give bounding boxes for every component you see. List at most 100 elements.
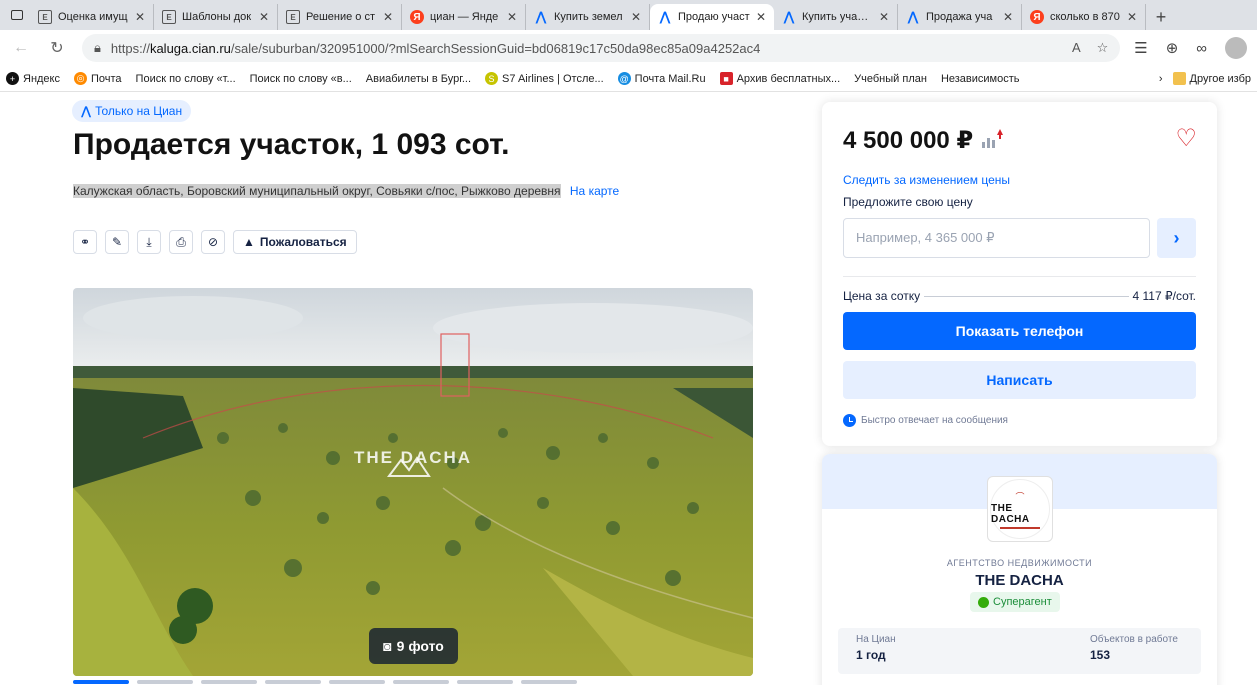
map-link[interactable]: На карте bbox=[570, 184, 619, 198]
hide-icon[interactable]: ⊘ bbox=[201, 230, 225, 254]
browser-tab[interactable]: ⋀ Купить земел ✕ bbox=[526, 4, 650, 30]
bookmark-item[interactable]: ◎ Почта bbox=[74, 72, 122, 85]
window-menu-icon[interactable] bbox=[4, 2, 30, 28]
other-bookmarks-folder[interactable]: Другое избр bbox=[1172, 72, 1251, 85]
browser-tab[interactable]: Ясколько в 870 ✕ bbox=[1022, 4, 1146, 30]
bookmark-item[interactable]: @ Почта Mail.Ru bbox=[617, 72, 706, 85]
listing-actions-toolbar: ⚭ ✎ ⤓ ⎙ ⊘ ▲ Пожаловаться bbox=[73, 230, 357, 254]
doc-icon: E bbox=[38, 10, 52, 24]
close-icon[interactable]: ✕ bbox=[756, 10, 766, 24]
share-icon[interactable]: ⚭ bbox=[73, 230, 97, 254]
url-path: /sale/suburban/320951000/?mlSearchSessio… bbox=[230, 40, 761, 56]
agency-name[interactable]: THE DACHA bbox=[822, 572, 1217, 589]
new-tab-button[interactable]: + bbox=[1146, 4, 1176, 30]
tab-label: Купить земел bbox=[554, 11, 623, 23]
bookmark-item[interactable]: Авиабилеты в Бург... bbox=[366, 73, 471, 85]
bookmark-item[interactable]: S S7 Airlines | Отсле... bbox=[485, 72, 604, 85]
edit-note-icon[interactable]: ✎ bbox=[105, 230, 129, 254]
photo-gallery-button[interactable]: ◙ 9 фото bbox=[369, 628, 458, 664]
bookmark-item[interactable]: ■ Архив бесплатных... bbox=[719, 72, 840, 85]
download-icon[interactable]: ⤓ bbox=[137, 230, 161, 254]
bookmark-item[interactable]: Поиск по слову «в... bbox=[250, 73, 352, 85]
read-aloud-icon[interactable]: A bbox=[1072, 40, 1081, 56]
profile-avatar[interactable] bbox=[1225, 37, 1247, 59]
thumbnail[interactable] bbox=[393, 680, 449, 684]
agency-logo-text: THE DACHA bbox=[991, 502, 1030, 525]
close-icon[interactable]: ✕ bbox=[1003, 10, 1013, 24]
clock-icon bbox=[843, 414, 856, 427]
collections-icon[interactable]: ⊕ bbox=[1166, 39, 1179, 57]
cian-icon: ⋀ bbox=[907, 9, 919, 24]
bird-icon: ⌒ bbox=[1015, 491, 1025, 502]
favorite-star-icon[interactable]: ☆ bbox=[1097, 40, 1109, 56]
bookmark-favicon-icon: @ bbox=[617, 72, 631, 85]
extensions-icon[interactable]: ∞ bbox=[1196, 40, 1207, 57]
bookmark-label: Учебный план bbox=[854, 72, 927, 85]
stat-on-cian: На Циан 1 год bbox=[856, 634, 896, 662]
tab-label: Оценка имущ bbox=[58, 11, 128, 23]
close-icon[interactable]: ✕ bbox=[383, 10, 393, 24]
offer-price-input[interactable]: Например, 4 365 000 ₽ bbox=[843, 218, 1150, 258]
bookmark-label: S7 Airlines | Отсле... bbox=[502, 72, 604, 85]
browser-tab[interactable]: ⋀ Продаю участ ✕ bbox=[650, 4, 774, 30]
print-icon[interactable]: ⎙ bbox=[169, 230, 193, 254]
complain-button[interactable]: ▲ Пожаловаться bbox=[233, 230, 357, 254]
browser-tab[interactable]: ⋀ Купить участо ✕ bbox=[774, 4, 898, 30]
logo-underline bbox=[1000, 526, 1040, 529]
show-phone-button[interactable]: Показать телефон bbox=[843, 312, 1196, 350]
tab-label: Продаю участ bbox=[678, 11, 750, 23]
chevron-right-icon[interactable]: › bbox=[1159, 73, 1163, 85]
offer-submit-button[interactable]: › bbox=[1157, 218, 1196, 258]
thumbnail[interactable] bbox=[329, 680, 385, 684]
price-per-sotka-value: 4 117 ₽/сот. bbox=[1132, 289, 1197, 303]
favorite-heart-icon[interactable]: ♡ bbox=[1175, 124, 1197, 153]
browser-tab[interactable]: ⋀ Продажа уча ✕ bbox=[898, 4, 1022, 30]
browser-tab[interactable]: E Шаблоны док ✕ bbox=[154, 4, 278, 30]
thumbnail[interactable] bbox=[201, 680, 257, 684]
close-icon[interactable]: ✕ bbox=[259, 10, 269, 24]
thumbnail[interactable] bbox=[521, 680, 577, 684]
thumbnail[interactable] bbox=[137, 680, 193, 684]
stat-label: Объектов в работе bbox=[1090, 634, 1178, 645]
close-icon[interactable]: ✕ bbox=[507, 10, 517, 24]
reload-button[interactable]: ↻ bbox=[46, 38, 68, 58]
tab-label: Купить участо bbox=[802, 11, 873, 23]
close-icon[interactable]: ✕ bbox=[631, 10, 641, 24]
thumbnail[interactable] bbox=[457, 680, 513, 684]
write-message-button[interactable]: Написать bbox=[843, 361, 1196, 399]
cian-icon: ⋀ bbox=[659, 9, 671, 24]
superagent-label: Суперагент bbox=[993, 596, 1052, 608]
cian-icon: ⋀ bbox=[535, 9, 547, 24]
listing-photo[interactable] bbox=[73, 288, 753, 676]
tab-label: циан — Янде bbox=[430, 11, 499, 23]
leader-line bbox=[924, 295, 1129, 297]
bookmark-list: + Яндекс ◎ Почта Поиск по слову «т... Поиск п… bbox=[6, 72, 1020, 85]
price-history-icon[interactable] bbox=[979, 126, 1005, 152]
bookmarks-bar: + Яндекс ◎ Почта Поиск по слову «т... Поиск п… bbox=[0, 66, 1257, 92]
agency-logo[interactable]: ⌒ THE DACHA bbox=[987, 476, 1053, 542]
cian-icon: ⋀ bbox=[783, 9, 795, 24]
bookmark-label: Почта bbox=[91, 72, 122, 85]
url-field[interactable]: 🔒︎ https://kaluga.cian.ru/sale/suburban/… bbox=[82, 34, 1121, 62]
site-info-icon[interactable]: 🔒︎ bbox=[94, 40, 101, 56]
close-icon[interactable]: ✕ bbox=[1127, 10, 1137, 24]
price-per-sotka-label: Цена за сотку bbox=[843, 289, 921, 303]
agent-card: ⌒ THE DACHA АГЕНТСТВО НЕДВИЖИМОСТИ THE D… bbox=[822, 454, 1217, 685]
favorites-list-icon[interactable]: ☰ bbox=[1134, 39, 1147, 57]
tab-label: Продажа уча bbox=[926, 11, 993, 23]
follow-price-link[interactable]: Следить за изменением цены bbox=[843, 173, 1010, 187]
bookmark-item[interactable]: Независимость bbox=[941, 73, 1020, 85]
back-button[interactable]: ← bbox=[10, 39, 32, 57]
browser-tab[interactable]: Яциан — Янде ✕ bbox=[402, 4, 526, 30]
thumbnail[interactable] bbox=[265, 680, 321, 684]
bookmark-item[interactable]: Учебный план bbox=[854, 73, 927, 85]
browser-tab[interactable]: E Оценка имущ ✕ bbox=[30, 4, 154, 30]
close-icon[interactable]: ✕ bbox=[879, 10, 889, 24]
browser-tab[interactable]: E Решение о ст ✕ bbox=[278, 4, 402, 30]
cian-logo-icon: ⋀ bbox=[81, 104, 92, 118]
bookmark-item[interactable]: Поиск по слову «т... bbox=[136, 73, 236, 85]
thumbnail[interactable] bbox=[73, 680, 129, 684]
watermark-text: THE DACHA bbox=[353, 448, 473, 467]
bookmark-item[interactable]: + Яндекс bbox=[6, 72, 60, 85]
close-icon[interactable]: ✕ bbox=[135, 10, 145, 24]
